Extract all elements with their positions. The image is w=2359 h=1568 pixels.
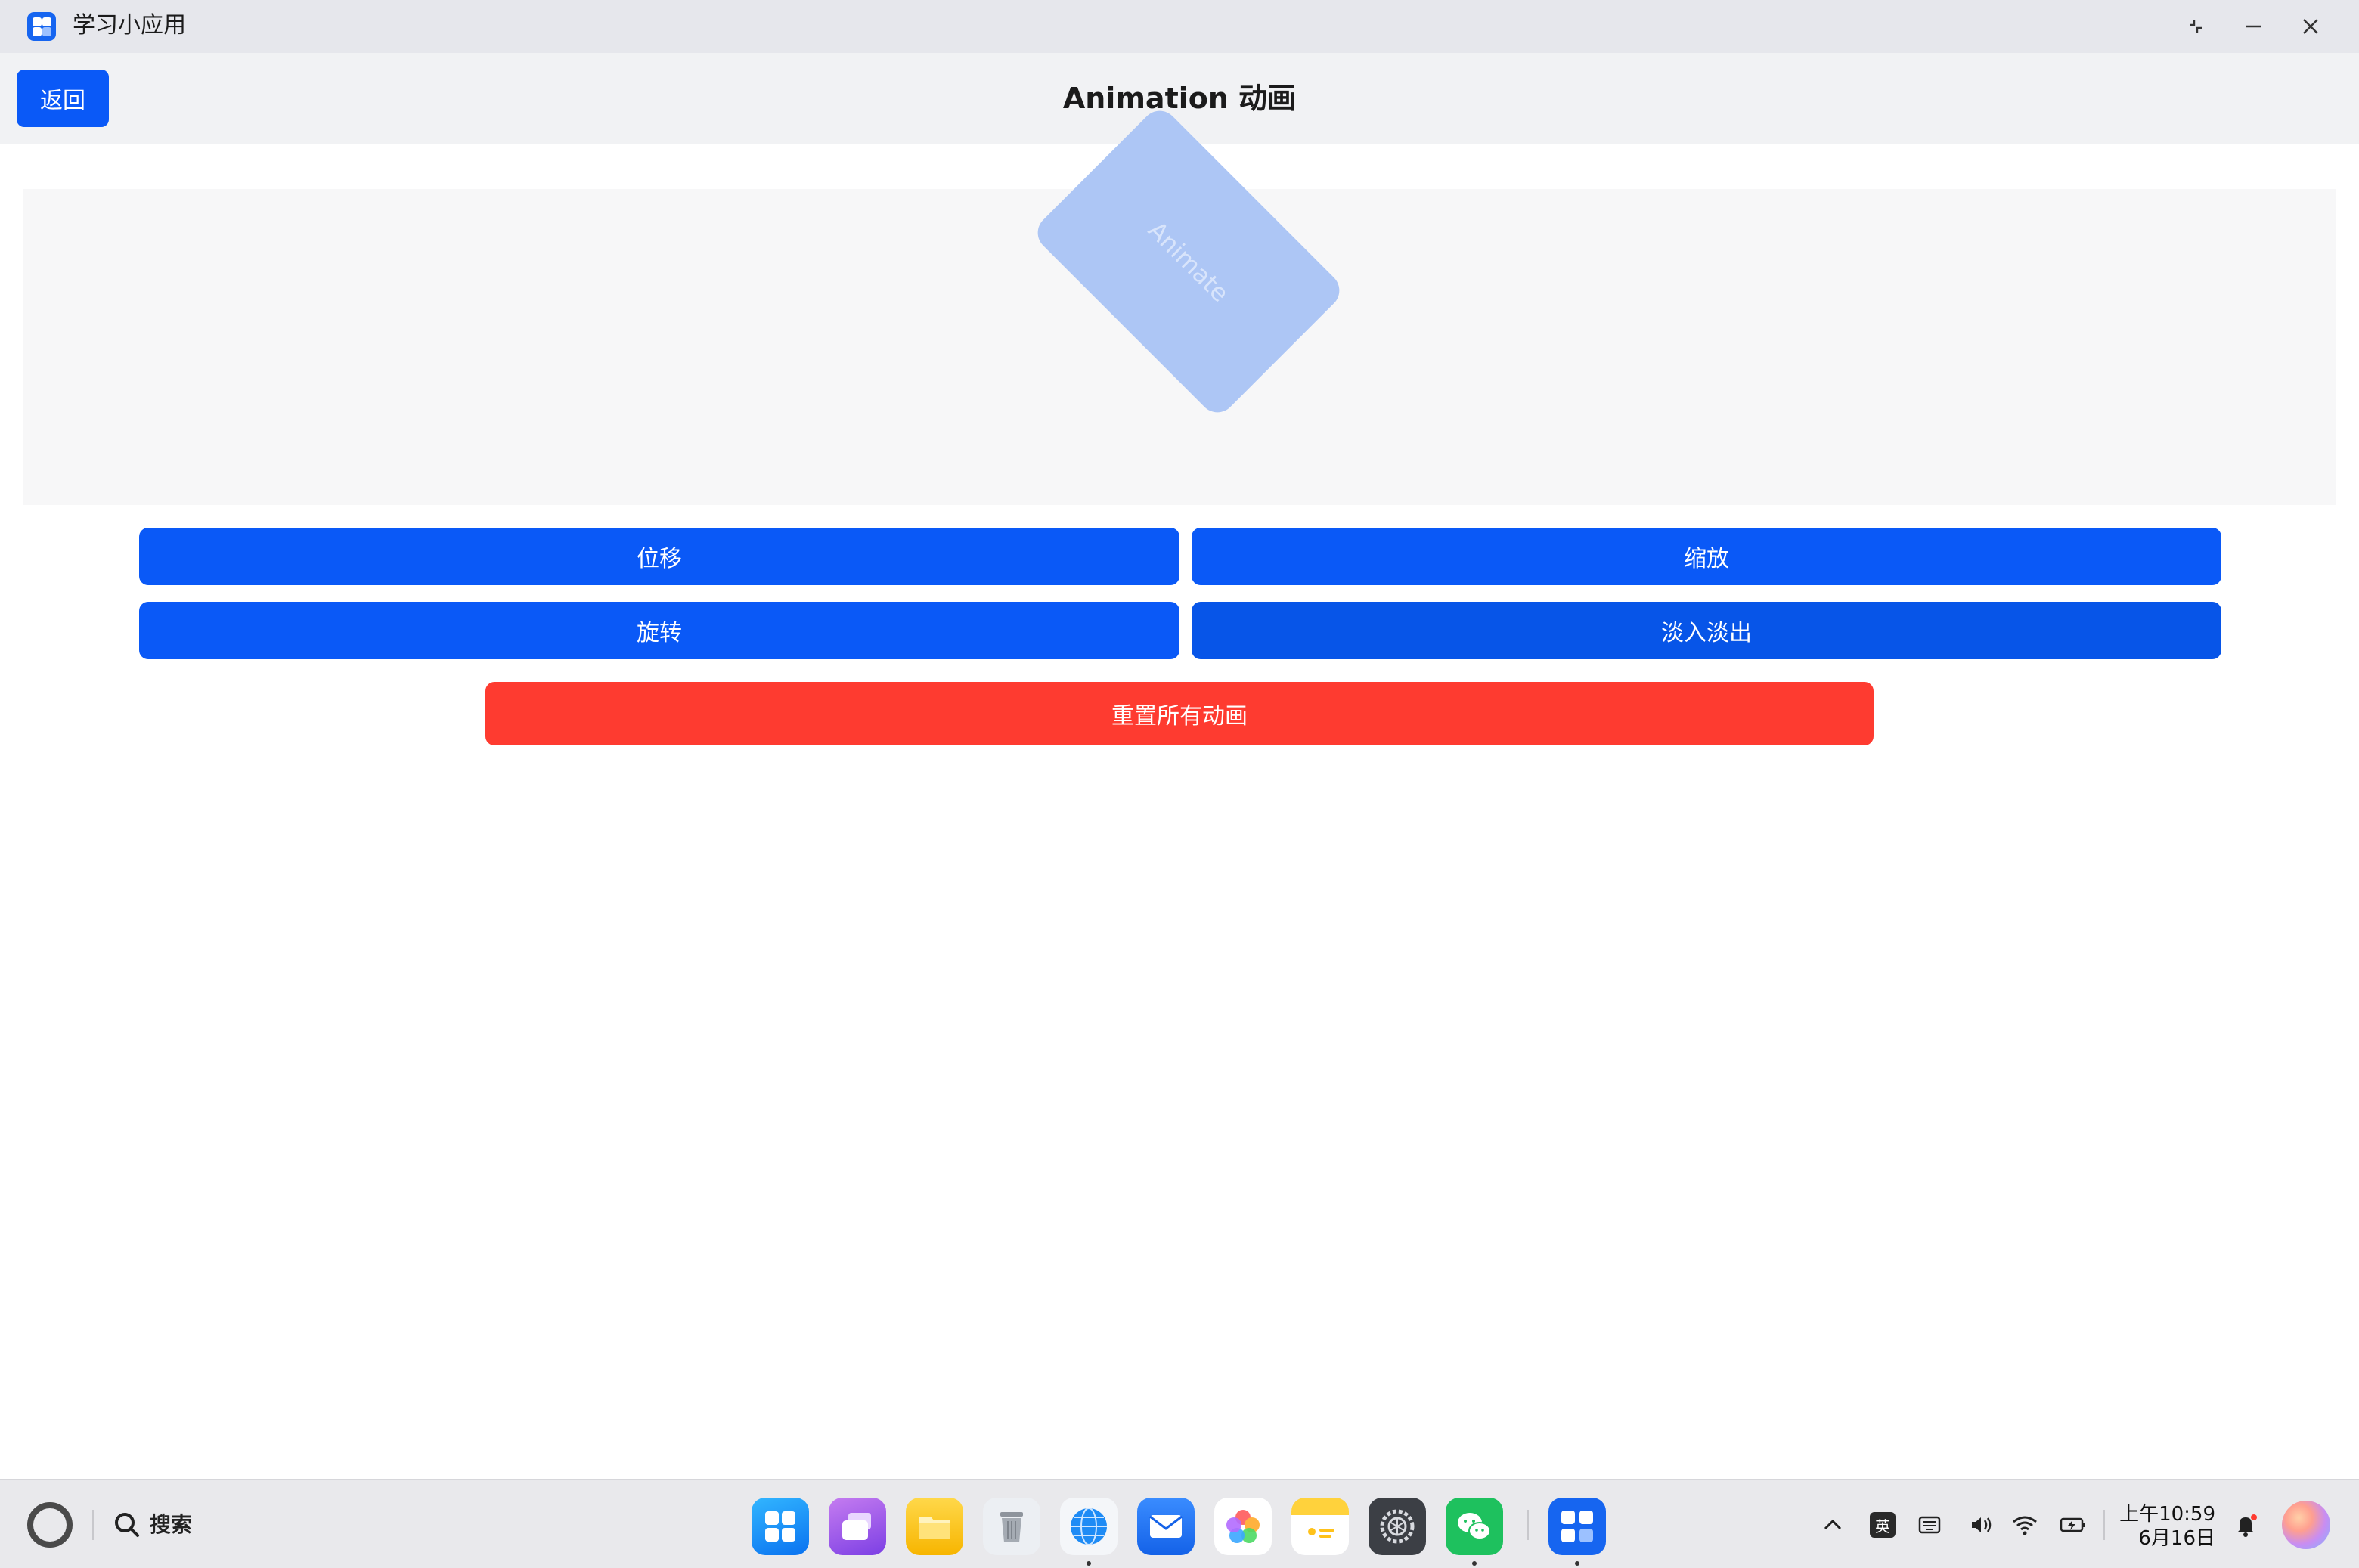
- volume-button[interactable]: [1964, 1508, 1998, 1542]
- minimize-icon: [2246, 25, 2261, 28]
- window-titlebar: 学习小应用: [0, 0, 2359, 53]
- ime-indicator[interactable]: 英: [1866, 1508, 1899, 1542]
- notification-button[interactable]: [2229, 1508, 2262, 1542]
- settings-icon[interactable]: [1369, 1498, 1426, 1555]
- files-icon[interactable]: [906, 1498, 963, 1555]
- keyboard-button[interactable]: [1913, 1508, 1946, 1542]
- wifi-button[interactable]: [2008, 1508, 2041, 1542]
- window-title: 学习小应用: [73, 12, 186, 39]
- close-button[interactable]: [2289, 8, 2332, 45]
- start-button[interactable]: [27, 1502, 73, 1548]
- close-icon: [2303, 19, 2318, 34]
- chevron-up-icon: [1824, 1519, 1842, 1530]
- search-label[interactable]: 搜索: [150, 1510, 192, 1540]
- rotate-button[interactable]: 旋转: [139, 602, 1180, 659]
- tray-divider: [2103, 1510, 2105, 1540]
- app-center-icon[interactable]: [752, 1498, 809, 1555]
- wechat-icon[interactable]: [1446, 1498, 1503, 1555]
- assistant-icon[interactable]: [2282, 1501, 2330, 1549]
- battery-button[interactable]: [2057, 1508, 2090, 1542]
- notes-icon[interactable]: [1291, 1498, 1349, 1555]
- bell-icon: [2237, 1514, 2257, 1537]
- clock-date: 6月16日: [2138, 1527, 2215, 1550]
- clock-time: 上午10:59: [2119, 1503, 2215, 1526]
- wifi-icon: [2013, 1516, 2037, 1535]
- taskbar: 搜索 英 上午10:59 6月16日: [0, 1479, 2359, 1568]
- gallery-icon[interactable]: [1214, 1498, 1272, 1555]
- page-title: Animation 动画: [1062, 82, 1297, 115]
- browser-icon[interactable]: [1060, 1498, 1118, 1555]
- animated-box-label: Animate: [1142, 215, 1235, 308]
- minimize-button[interactable]: [2232, 8, 2274, 45]
- mail-icon[interactable]: [1137, 1498, 1195, 1555]
- reset-all-button[interactable]: 重置所有动画: [485, 682, 1874, 745]
- running-indicator: [1575, 1561, 1579, 1566]
- scale-button[interactable]: 缩放: [1192, 528, 2221, 585]
- running-indicator: [1087, 1561, 1091, 1566]
- ime-label: 英: [1870, 1512, 1896, 1538]
- translate-button[interactable]: 位移: [139, 528, 1180, 585]
- restore-icon: [2190, 20, 2202, 33]
- battery-charging-icon: [2060, 1517, 2085, 1532]
- dock-divider: [1527, 1510, 1529, 1540]
- fade-button[interactable]: 淡入淡出: [1192, 602, 2221, 659]
- app-icon: [27, 12, 56, 41]
- tray-expand-button[interactable]: [1816, 1508, 1849, 1542]
- search-icon[interactable]: [112, 1510, 142, 1540]
- restore-button[interactable]: [2175, 8, 2217, 45]
- keyboard-icon: [1918, 1516, 1941, 1534]
- running-indicator: [1472, 1561, 1477, 1566]
- trash-icon[interactable]: [983, 1498, 1040, 1555]
- clock[interactable]: 上午10:59 6月16日: [2117, 1502, 2215, 1551]
- taskbar-divider: [92, 1510, 94, 1540]
- study-app-icon[interactable]: [1548, 1498, 1606, 1555]
- multitask-icon[interactable]: [829, 1498, 886, 1555]
- speaker-icon: [1972, 1517, 1992, 1532]
